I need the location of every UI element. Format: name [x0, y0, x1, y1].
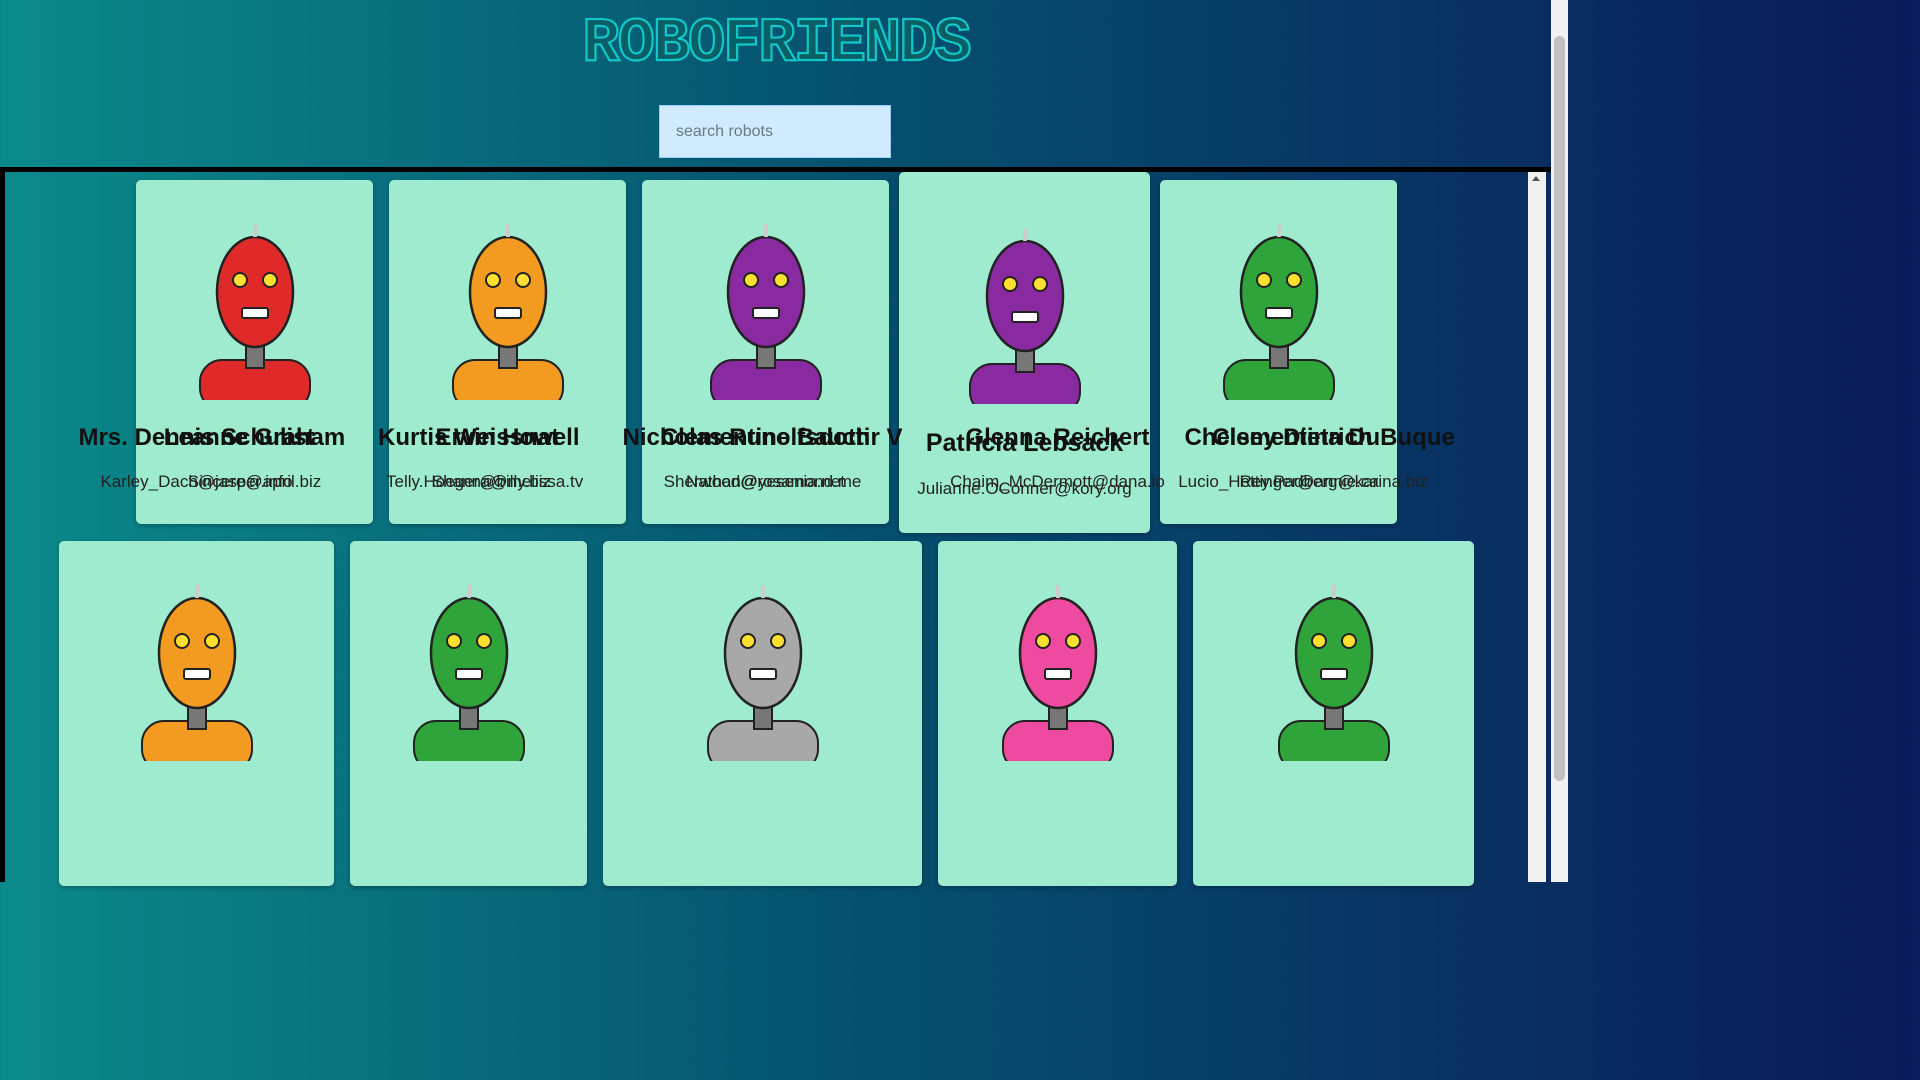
page-scrollbar[interactable]: [1551, 0, 1568, 882]
robot-avatar-image: [1194, 220, 1364, 411]
robot-avatar-image: [973, 581, 1143, 772]
robot-card[interactable]: Mrs. Dennis Schulist Karley_Dach@jasper.i…: [59, 424, 334, 886]
app-header: ROBOFRIENDS: [0, 0, 1551, 168]
robot-card[interactable]: Kurtis Weissnat Telly.Hoeger@billy.biz: [350, 424, 587, 886]
robot-card[interactable]: Nicholas Runolfsdottir V Sherwood@rosamon…: [603, 424, 922, 886]
robot-name: Kurtis Weissnat: [378, 424, 559, 451]
robot-email: Chaim_McDermott@dana.io: [950, 472, 1165, 491]
robot-card[interactable]: Glenna Reichert Chaim_McDermott@dana.io: [938, 424, 1177, 886]
svg-text:ROBOFRIENDS: ROBOFRIENDS: [582, 8, 970, 72]
robot-name: Nicholas Runolfsdottir V: [622, 424, 903, 451]
page-scrollbar-thumb[interactable]: [1554, 36, 1565, 781]
robot-avatar-image: [423, 220, 593, 411]
search-input[interactable]: [659, 105, 891, 158]
robot-name: Clementina DuBuque: [1212, 424, 1455, 451]
robot-email: Rey.Padberg@karina.biz: [1239, 472, 1428, 491]
robot-name: Mrs. Dennis Schulist: [78, 424, 315, 451]
robot-avatar-image: [112, 581, 282, 772]
robot-email: Karley_Dach@jasper.info: [100, 472, 293, 491]
robot-avatar-image: [1249, 581, 1419, 772]
robot-name: Glenna Reichert: [965, 424, 1150, 451]
scroll-up-arrow-icon[interactable]: [1532, 176, 1540, 181]
robot-avatar-image: [681, 220, 851, 411]
robot-avatar-image: [678, 581, 848, 772]
robot-card[interactable]: Clementina DuBuque Rey.Padberg@karina.biz: [1193, 424, 1474, 886]
robot-email: Sherwood@rosamond.me: [663, 472, 862, 491]
card-list-scrollbar[interactable]: [1528, 172, 1546, 882]
robot-avatar-image: [170, 220, 340, 411]
app-title: ROBOFRIENDS: [0, 2, 1551, 80]
robot-email: Telly.Hoeger@billy.biz: [386, 472, 551, 491]
robot-avatar-image: [384, 581, 554, 772]
robot-avatar-image: [940, 224, 1110, 415]
